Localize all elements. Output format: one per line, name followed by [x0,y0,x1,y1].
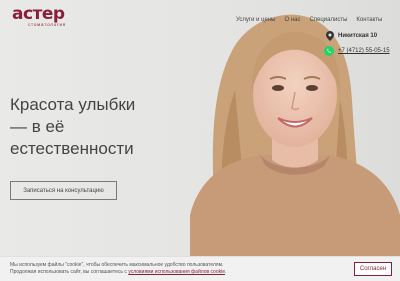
phone-link[interactable]: +7 (4712) 55-05-15 [338,48,390,54]
logo-subtitle: стоматология [28,22,67,27]
consultation-button[interactable]: Записаться на консультацию [10,181,117,200]
cookie-banner: Мы используем файлы "cookie", чтобы обес… [0,256,400,281]
nav-item-about[interactable]: О нас [284,17,300,23]
headline-line-3: естественности [10,139,134,158]
hero-section: астер стоматология Услуги и цены О нас С… [0,0,400,256]
phone-row: +7 (4712) 55-05-15 [324,46,390,56]
headline-line-2: — в её [10,117,65,136]
hero-headline: Красота улыбки — в её естественности [10,94,180,160]
headline-line-1: Красота улыбки [10,95,136,114]
nav-item-specialists[interactable]: Специалисты [309,17,347,23]
cookie-policy-link[interactable]: условиями использования файлов cookie [128,269,225,275]
nav-item-services[interactable]: Услуги и цены [236,17,275,23]
address-row: Никитская 10 [326,31,377,41]
cookie-text-line-1: Мы используем файлы "cookie", чтобы обес… [10,262,224,268]
cookie-text: Мы используем файлы "cookie", чтобы обес… [10,262,330,276]
address-text: Никитская 10 [338,33,378,39]
logo[interactable]: астер стоматология [12,4,82,33]
logo-wordmark: астер [12,4,65,24]
cookie-text-line-2-suffix: . [225,269,227,275]
whatsapp-icon[interactable] [324,46,334,56]
location-pin-icon [326,31,334,41]
cookie-text-line-2-prefix: Продолжая использовать сайт, вы соглашае… [10,269,129,275]
cookie-accept-button[interactable]: Согласен [354,262,392,276]
nav-item-contacts[interactable]: Контакты [356,17,382,23]
main-nav: Услуги и цены О нас Специалисты Контакты [236,17,382,23]
